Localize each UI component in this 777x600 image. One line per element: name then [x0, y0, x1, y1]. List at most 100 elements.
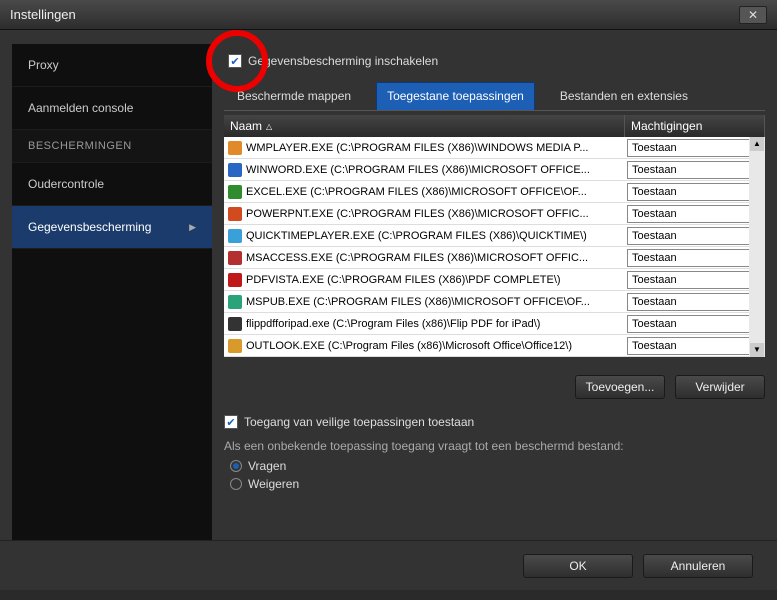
app-name: PDFVISTA.EXE (C:\PROGRAM FILES (X86)\PDF…	[246, 274, 561, 286]
permission-select[interactable]: Toestaan ▼	[627, 337, 763, 355]
app-name: MSACCESS.EXE (C:\PROGRAM FILES (X86)\MIC…	[246, 252, 588, 264]
cell-name: WINWORD.EXE (C:\PROGRAM FILES (X86)\MICR…	[224, 163, 625, 177]
tab-protected-folders[interactable]: Beschermde mappen	[226, 82, 362, 110]
permission-select[interactable]: Toestaan▼	[627, 249, 763, 267]
radio-deny[interactable]	[230, 478, 242, 490]
permission-value: Toestaan	[632, 142, 677, 154]
permission-select[interactable]: Toestaan▼	[627, 205, 763, 223]
allow-safe-apps-label: Toegang van veilige toepassingen toestaa…	[244, 415, 474, 429]
app-icon	[228, 207, 242, 221]
tab-files-extensions[interactable]: Bestanden en extensies	[549, 82, 699, 110]
cell-name: MSPUB.EXE (C:\PROGRAM FILES (X86)\MICROS…	[224, 295, 625, 309]
scroll-up-icon[interactable]: ▲	[750, 137, 764, 151]
cell-name: OUTLOOK.EXE (C:\Program Files (x86)\Micr…	[224, 339, 625, 353]
enable-data-protection-checkbox[interactable]	[228, 54, 242, 68]
sidebar-item-label: Proxy	[28, 58, 59, 72]
cell-permission: Toestaan▼	[625, 227, 765, 245]
app-icon	[228, 339, 242, 353]
permission-value: Toestaan	[632, 340, 677, 352]
permission-value: Toestaan	[632, 186, 677, 198]
table-row[interactable]: PDFVISTA.EXE (C:\PROGRAM FILES (X86)\PDF…	[224, 269, 765, 291]
chevron-right-icon: ▶	[189, 222, 196, 233]
permission-value: Toestaan	[632, 318, 677, 330]
tab-allowed-apps[interactable]: Toegestane toepassingen	[376, 82, 535, 110]
cell-name: QUICKTIMEPLAYER.EXE (C:\PROGRAM FILES (X…	[224, 229, 625, 243]
allow-safe-apps-checkbox[interactable]	[224, 415, 238, 429]
apps-table: Naam △ Machtigingen WMPLAYER.EXE (C:\PRO…	[224, 115, 765, 357]
app-name: POWERPNT.EXE (C:\PROGRAM FILES (X86)\MIC…	[246, 208, 589, 220]
table-row[interactable]: WINWORD.EXE (C:\PROGRAM FILES (X86)\MICR…	[224, 159, 765, 181]
column-header-name[interactable]: Naam △	[224, 115, 625, 137]
permission-select[interactable]: Toestaan▼	[627, 161, 763, 179]
table-row[interactable]: MSACCESS.EXE (C:\PROGRAM FILES (X86)\MIC…	[224, 247, 765, 269]
sidebar-item-console[interactable]: Aanmelden console	[12, 87, 212, 130]
app-name: flippdfforipad.exe (C:\Program Files (x8…	[246, 318, 540, 330]
app-name: EXCEL.EXE (C:\PROGRAM FILES (X86)\MICROS…	[246, 186, 587, 198]
cell-permission: Toestaan▼	[625, 161, 765, 179]
cell-permission: Toestaan▼	[625, 139, 765, 157]
app-icon	[228, 229, 242, 243]
permission-value: Toestaan	[632, 296, 677, 308]
window-title: Instellingen	[10, 7, 76, 22]
sidebar: Proxy Aanmelden console BESCHERMINGEN Ou…	[12, 44, 212, 540]
table-row[interactable]: WMPLAYER.EXE (C:\PROGRAM FILES (X86)\WIN…	[224, 137, 765, 159]
app-icon	[228, 163, 242, 177]
cell-permission: Toestaan▼	[625, 205, 765, 223]
scrollbar[interactable]: ▲ ▼	[749, 137, 765, 357]
table-row[interactable]: EXCEL.EXE (C:\PROGRAM FILES (X86)\MICROS…	[224, 181, 765, 203]
permission-select[interactable]: Toestaan▼	[627, 183, 763, 201]
sidebar-item-data-protection[interactable]: Gegevensbescherming ▶	[12, 206, 212, 249]
radio-deny-label: Weigeren	[248, 477, 299, 491]
permission-select[interactable]: Toestaan▼	[627, 293, 763, 311]
remove-button[interactable]: Verwijder	[675, 375, 765, 399]
cell-permission: Toestaan ▼	[625, 337, 765, 355]
cell-name: POWERPNT.EXE (C:\PROGRAM FILES (X86)\MIC…	[224, 207, 625, 221]
cell-permission: Toestaan▼	[625, 293, 765, 311]
permission-select[interactable]: Toestaan▼	[627, 227, 763, 245]
close-button[interactable]: ✕	[739, 6, 767, 24]
main-panel: Gegevensbescherming inschakelen Bescherm…	[224, 44, 765, 540]
sidebar-item-label: BESCHERMINGEN	[28, 140, 132, 152]
cell-name: WMPLAYER.EXE (C:\PROGRAM FILES (X86)\WIN…	[224, 141, 625, 155]
permission-value: Toestaan	[632, 208, 677, 220]
table-row[interactable]: MSPUB.EXE (C:\PROGRAM FILES (X86)\MICROS…	[224, 291, 765, 313]
permission-select[interactable]: Toestaan▼	[627, 271, 763, 289]
ok-button[interactable]: OK	[523, 554, 633, 578]
app-name: WMPLAYER.EXE (C:\PROGRAM FILES (X86)\WIN…	[246, 142, 588, 154]
app-name: OUTLOOK.EXE (C:\Program Files (x86)\Micr…	[246, 340, 572, 352]
radio-ask[interactable]	[230, 460, 242, 472]
app-icon	[228, 295, 242, 309]
app-icon	[228, 317, 242, 331]
app-icon	[228, 141, 242, 155]
cell-permission: Toestaan▼	[625, 249, 765, 267]
radio-ask-label: Vragen	[248, 459, 286, 473]
permission-value: Toestaan	[632, 230, 677, 242]
sidebar-item-parental[interactable]: Oudercontrole	[12, 163, 212, 206]
table-row[interactable]: POWERPNT.EXE (C:\PROGRAM FILES (X86)\MIC…	[224, 203, 765, 225]
app-name: WINWORD.EXE (C:\PROGRAM FILES (X86)\MICR…	[246, 164, 590, 176]
add-button[interactable]: Toevoegen...	[575, 375, 665, 399]
sidebar-group-protections: BESCHERMINGEN	[12, 130, 212, 163]
cell-name: EXCEL.EXE (C:\PROGRAM FILES (X86)\MICROS…	[224, 185, 625, 199]
table-row[interactable]: QUICKTIMEPLAYER.EXE (C:\PROGRAM FILES (X…	[224, 225, 765, 247]
cell-permission: Toestaan▼	[625, 271, 765, 289]
permission-value: Toestaan	[632, 252, 677, 264]
column-header-label: Naam	[230, 119, 262, 133]
cell-permission: Toestaan▼	[625, 315, 765, 333]
table-row[interactable]: flippdfforipad.exe (C:\Program Files (x8…	[224, 313, 765, 335]
cancel-button[interactable]: Annuleren	[643, 554, 753, 578]
table-row[interactable]: OUTLOOK.EXE (C:\Program Files (x86)\Micr…	[224, 335, 765, 357]
permission-select[interactable]: Toestaan▼	[627, 139, 763, 157]
permission-select[interactable]: Toestaan▼	[627, 315, 763, 333]
permission-value: Toestaan	[632, 164, 677, 176]
permission-value: Toestaan	[632, 274, 677, 286]
enable-data-protection-label: Gegevensbescherming inschakelen	[248, 54, 438, 68]
sidebar-item-proxy[interactable]: Proxy	[12, 44, 212, 87]
sidebar-item-label: Oudercontrole	[28, 177, 104, 191]
cell-name: flippdfforipad.exe (C:\Program Files (x8…	[224, 317, 625, 331]
sort-asc-icon: △	[266, 122, 272, 131]
cell-name: MSACCESS.EXE (C:\PROGRAM FILES (X86)\MIC…	[224, 251, 625, 265]
scroll-down-icon[interactable]: ▼	[750, 343, 764, 357]
column-header-permissions[interactable]: Machtigingen	[625, 115, 765, 137]
sidebar-item-label: Gegevensbescherming	[28, 220, 151, 234]
